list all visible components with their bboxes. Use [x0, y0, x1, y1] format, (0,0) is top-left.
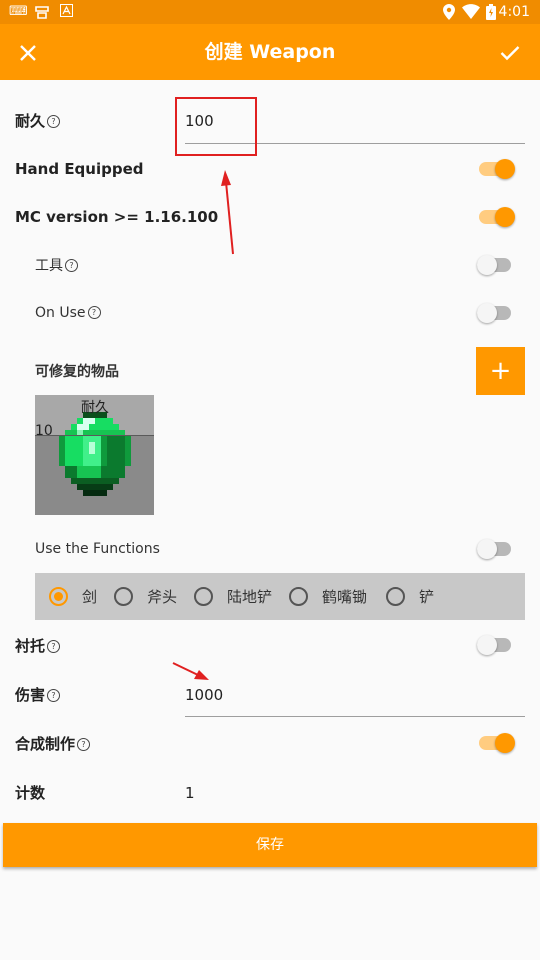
- save-button[interactable]: 保存: [3, 823, 537, 867]
- battery-icon: [486, 4, 496, 25]
- help-icon[interactable]: ?: [87, 306, 101, 319]
- annotation-arrow-right: [172, 662, 209, 680]
- help-icon[interactable]: ?: [47, 115, 61, 128]
- damage-field[interactable]: 1000: [185, 685, 223, 705]
- on-use-toggle[interactable]: [477, 302, 513, 324]
- use-functions-toggle[interactable]: [477, 538, 513, 560]
- repair-item-label: 耐久: [81, 400, 109, 416]
- app-bar: 创建 Weapon: [0, 24, 540, 80]
- use-functions-label: Use the Functions: [35, 541, 160, 557]
- help-icon[interactable]: ?: [47, 640, 61, 653]
- status-bar: ⌨ 4:01: [0, 0, 540, 24]
- check-icon: [500, 38, 520, 66]
- repair-item-tile[interactable]: 耐久 10: [35, 395, 154, 515]
- crafting-label: 合成制作?: [15, 734, 91, 754]
- close-button[interactable]: [10, 34, 46, 70]
- font-icon: [60, 4, 73, 22]
- count-label: 计数: [15, 784, 46, 802]
- damage-field-underline: [185, 716, 525, 717]
- tool-toggle[interactable]: [477, 254, 513, 276]
- mc-version-label: MC version >= 1.16.100: [15, 208, 219, 226]
- status-time: 4:01: [498, 4, 530, 20]
- help-icon[interactable]: ?: [77, 738, 91, 751]
- location-icon: [443, 4, 455, 25]
- hand-equipped-label: Hand Equipped: [15, 160, 144, 178]
- durability-label: 耐久?: [15, 111, 61, 131]
- add-repair-item-button[interactable]: +: [476, 347, 525, 395]
- close-icon: [19, 38, 37, 66]
- help-icon[interactable]: ?: [65, 259, 78, 272]
- plus-icon: +: [489, 356, 512, 386]
- count-field[interactable]: 1: [185, 783, 195, 803]
- annotation-box: [175, 97, 257, 156]
- on-use-label: On Use?: [35, 303, 101, 323]
- keyboard-icon: ⌨: [9, 4, 28, 19]
- hand-equipped-toggle[interactable]: [479, 158, 515, 180]
- crafting-toggle[interactable]: [479, 732, 515, 754]
- wifi-icon: [462, 4, 480, 24]
- mc-version-toggle[interactable]: [479, 206, 515, 228]
- tool-label: 工具?: [35, 256, 78, 276]
- offhand-toggle[interactable]: [477, 634, 513, 656]
- repair-item-value: 10: [35, 423, 53, 439]
- tool-type-radio-group: 剑 斧头 陆地铲 鹤嘴锄 铲: [35, 573, 525, 620]
- emerald-icon: [59, 412, 131, 496]
- help-icon[interactable]: ?: [47, 689, 61, 702]
- confirm-button[interactable]: [492, 34, 528, 70]
- damage-label: 伤害?: [15, 685, 61, 705]
- annotation-arrow-up: [221, 170, 234, 255]
- page-title: 创建 Weapon: [204, 41, 336, 63]
- repair-items-label: 可修复的物品: [35, 364, 119, 380]
- offhand-label: 衬托?: [15, 636, 61, 656]
- app-icon: [34, 4, 50, 25]
